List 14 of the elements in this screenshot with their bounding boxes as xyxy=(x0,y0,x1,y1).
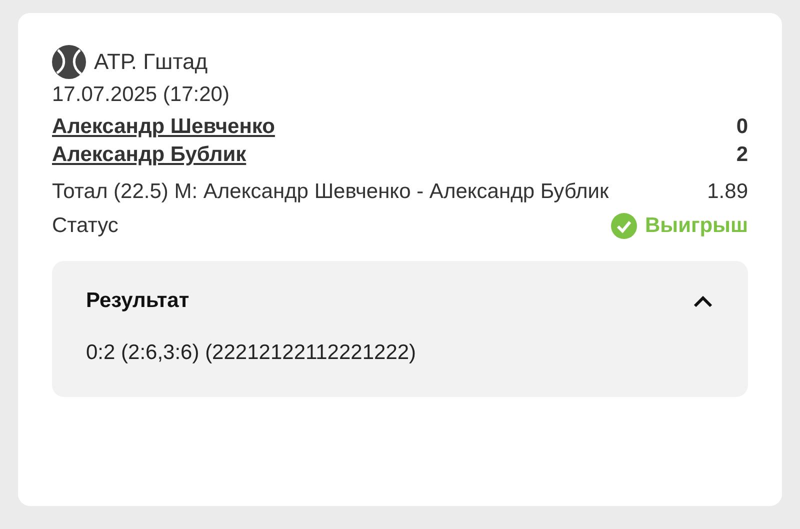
caret-icon[interactable] xyxy=(692,294,714,308)
result-text: 0:2 (2:6,3:6) (22212122112221222) xyxy=(86,341,418,365)
bet-market: Тотал (22.5) М: Александр Шевченко - Александр Бублик xyxy=(52,179,610,205)
status-label: Статус xyxy=(52,214,118,238)
result-title: Результат xyxy=(86,289,190,313)
match-datetime: 17.07.2025 (17:20) xyxy=(52,83,230,107)
player-link[interactable]: Александр Шевченко xyxy=(52,113,275,141)
player-score: 0 xyxy=(736,114,748,140)
tennis-ball-icon xyxy=(52,45,86,79)
bet-odds: 1.89 xyxy=(707,180,748,204)
player-score: 2 xyxy=(736,142,748,168)
tournament-title: АТР. Гштад xyxy=(94,49,208,75)
status-value: Выигрыш xyxy=(644,214,748,238)
player-link[interactable]: Александр Бублик xyxy=(52,141,246,169)
